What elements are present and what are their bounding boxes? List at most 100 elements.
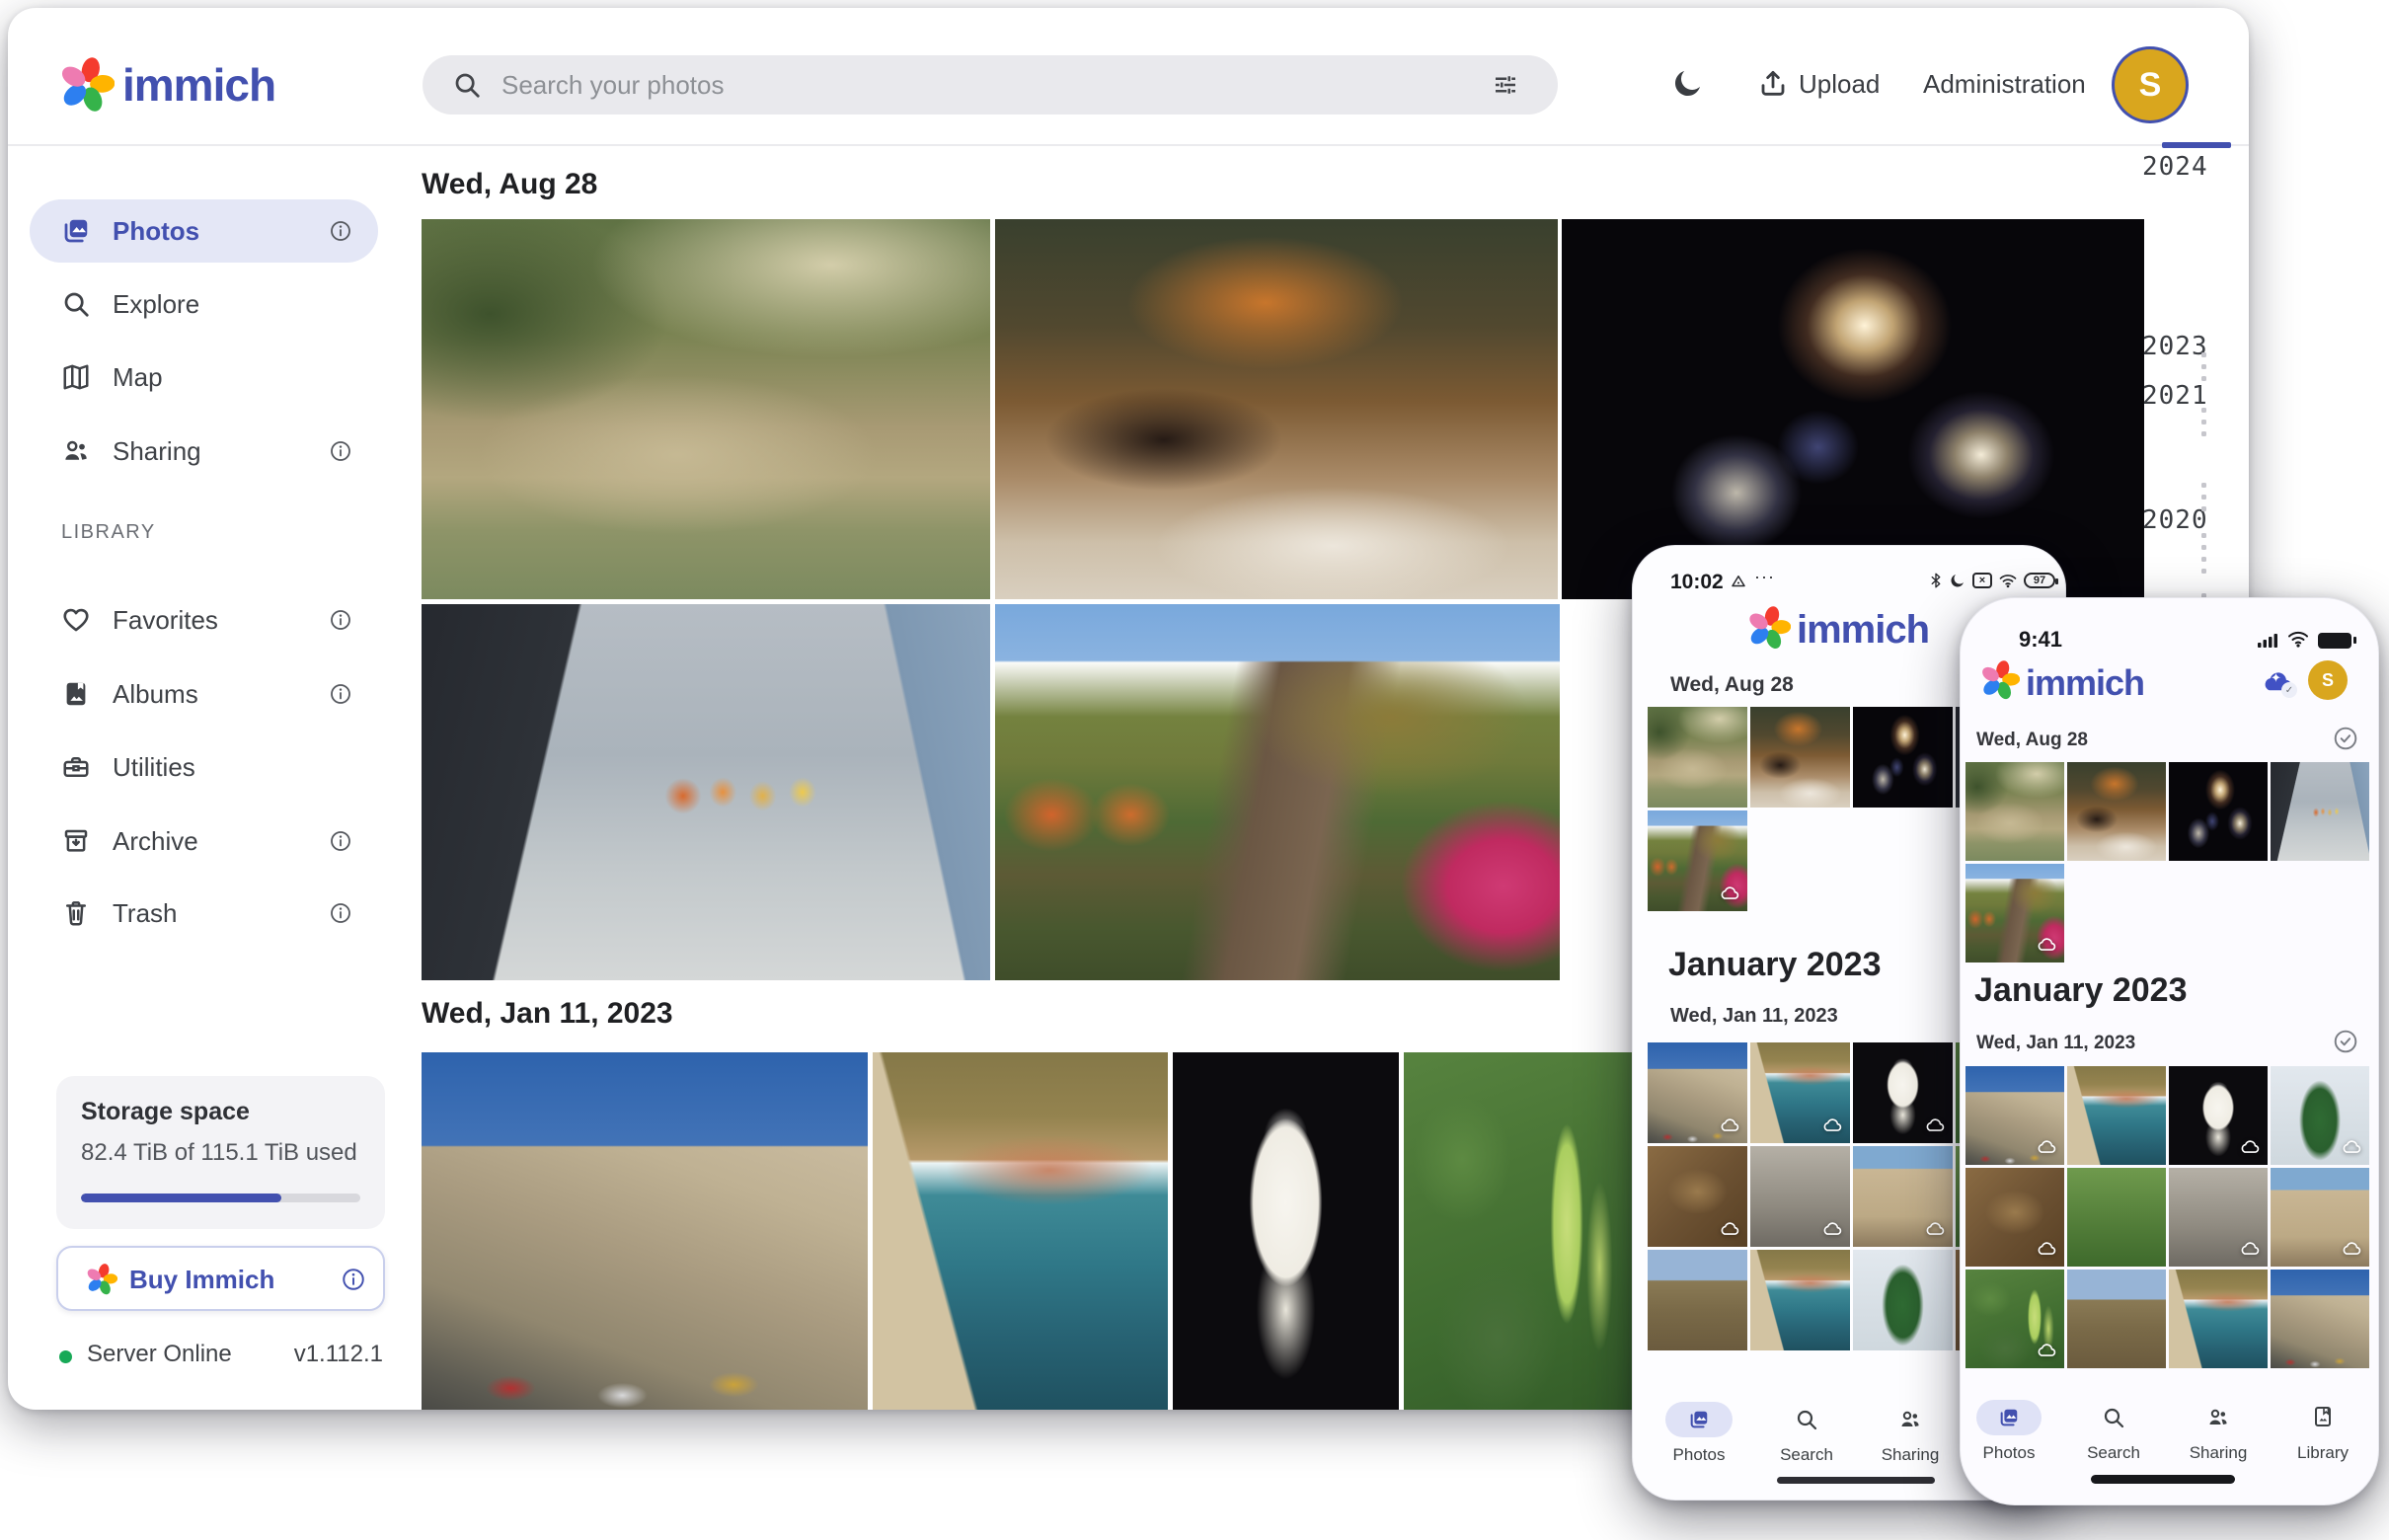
info-icon[interactable] (341, 1267, 366, 1292)
user-avatar[interactable]: S (2308, 660, 2348, 700)
nav-photos-label[interactable]: Photos (1659, 1445, 1738, 1465)
info-icon[interactable] (329, 439, 352, 463)
thumb-green-berries[interactable] (1965, 1270, 2064, 1368)
nav-sharing-icon[interactable] (2205, 1406, 2231, 1429)
thumb-fortress[interactable] (2271, 1270, 2369, 1368)
storage-progress-track (81, 1194, 360, 1202)
date-group-header: Wed, Jan 11, 2023 (1976, 1033, 2135, 1054)
nav-search-icon[interactable] (1795, 1408, 1818, 1431)
thumb-fireworks[interactable] (2169, 762, 2268, 861)
thumb-marble-bust[interactable] (2169, 1066, 2268, 1165)
thumb-rocks[interactable] (2169, 1168, 2268, 1267)
sidebar-item-trash[interactable]: Trash (30, 882, 378, 945)
thumb-old-town[interactable] (1853, 1146, 1953, 1247)
thumb-lizard[interactable] (1965, 1168, 2064, 1267)
thumb-hut[interactable] (1648, 1250, 1747, 1350)
nav-sharing-label[interactable]: Sharing (1871, 1445, 1950, 1465)
thumb-garden-path[interactable] (1648, 810, 1747, 911)
thumb-fortress[interactable] (1965, 1066, 2064, 1165)
photo-coastal-town[interactable] (873, 1052, 1168, 1410)
nav-sharing-icon[interactable] (1897, 1408, 1923, 1431)
map-icon (61, 362, 91, 392)
nav-library-icon[interactable] (2311, 1405, 2335, 1428)
thumb-coastal-town[interactable] (2169, 1270, 2268, 1368)
select-check-icon[interactable] (2333, 1029, 2358, 1054)
thumb-marble-bust[interactable] (1853, 1042, 1953, 1143)
info-icon[interactable] (329, 219, 352, 243)
thumb-holding-hands[interactable] (2271, 762, 2369, 861)
thumb-dinner-table[interactable] (1750, 707, 1850, 808)
app-title: immich (1797, 608, 1929, 653)
sidebar-item-explore[interactable]: Explore (30, 272, 378, 336)
nav-photos-label[interactable]: Photos (1969, 1443, 2048, 1463)
thumb-tree[interactable] (1853, 1250, 1953, 1350)
search-filter-icon[interactable] (1491, 70, 1520, 100)
nav-photos-tab[interactable] (1976, 1400, 2042, 1435)
sidebar-item-photos[interactable]: Photos (30, 199, 378, 263)
sidebar-item-sharing[interactable]: Sharing (30, 420, 378, 483)
thumb-fireworks[interactable] (1853, 707, 1953, 808)
thumb-zoo-monkeys[interactable] (1965, 762, 2064, 861)
thumb-dinner-table[interactable] (2067, 762, 2166, 861)
nav-sharing-label[interactable]: Sharing (2179, 1443, 2258, 1463)
cloud-sync-icon (1719, 883, 1740, 904)
buy-immich-button[interactable]: Buy Immich (56, 1246, 385, 1311)
info-icon[interactable] (329, 682, 352, 706)
server-online-dot (59, 1350, 72, 1363)
photo-fireworks[interactable] (1562, 219, 2144, 599)
sidebar-item-utilities[interactable]: Utilities (30, 735, 378, 799)
info-icon[interactable] (329, 901, 352, 925)
thumb-coastal-town[interactable] (1750, 1250, 1850, 1350)
thumb-old-town[interactable] (2271, 1168, 2369, 1267)
sidebar-item-archive[interactable]: Archive (30, 809, 378, 873)
month-header: January 2023 (1668, 946, 1882, 984)
user-avatar[interactable]: S (2115, 49, 2186, 120)
sidebar-item-favorites[interactable]: Favorites (30, 588, 378, 652)
thumb-lizard[interactable] (1648, 1146, 1747, 1247)
thumb-fortress[interactable] (1648, 1042, 1747, 1143)
cloud-sync-icon (2341, 1238, 2362, 1260)
photo-marble-bust[interactable] (1173, 1052, 1399, 1410)
info-icon[interactable] (329, 608, 352, 632)
cloud-sync-icon (1821, 1218, 1843, 1240)
thumb-rocks[interactable] (1750, 1146, 1850, 1247)
sidebar-item-albums[interactable]: Albums (30, 662, 378, 726)
nav-search-label[interactable]: Search (1767, 1445, 1846, 1465)
nav-search-label[interactable]: Search (2074, 1443, 2153, 1463)
status-overflow-dots: ··· (1754, 567, 1775, 587)
photo-garden-path[interactable] (995, 604, 1560, 980)
cloud-sync-icon (1924, 1218, 1946, 1240)
thumb-coastal-town[interactable] (1750, 1042, 1850, 1143)
upload-button[interactable]: Upload (1799, 69, 1880, 100)
photo-dinner-table[interactable] (995, 219, 1558, 599)
cloud-sync-icon (2341, 1136, 2362, 1158)
administration-link[interactable]: Administration (1923, 69, 2086, 100)
search-bar[interactable] (423, 55, 1558, 115)
nav-search-icon[interactable] (2102, 1406, 2125, 1429)
header-divider (8, 144, 2249, 146)
server-version: v1.112.1 (284, 1341, 383, 1368)
photos-icon (61, 216, 91, 246)
thumb-tree[interactable] (2271, 1066, 2369, 1165)
date-group-header: Wed, Aug 28 (1976, 730, 2088, 751)
sidebar-item-map[interactable]: Map (30, 346, 378, 409)
photo-green-berries[interactable] (1404, 1052, 1637, 1410)
nav-photos-tab[interactable] (1665, 1402, 1733, 1437)
upload-icon[interactable] (1757, 67, 1789, 99)
theme-toggle-moon-icon[interactable] (1670, 65, 1706, 101)
thumb-zoo-monkeys[interactable] (1648, 707, 1747, 808)
photo-holding-hands[interactable] (422, 604, 990, 980)
storage-title: Storage space (81, 1098, 250, 1126)
photo-fortress-walls[interactable] (422, 1052, 868, 1410)
thumb-hut[interactable] (2067, 1270, 2166, 1368)
search-input[interactable] (500, 65, 1447, 105)
info-icon[interactable] (329, 829, 352, 853)
thumb-garden[interactable] (2067, 1168, 2166, 1267)
scrubber-year-2021: 2021 (2142, 381, 2208, 411)
select-check-icon[interactable] (2333, 726, 2358, 751)
cloud-sync-button[interactable]: ✦ ✓ (2256, 664, 2299, 700)
thumb-garden-path[interactable] (1965, 864, 2064, 962)
photo-zoo-monkeys[interactable] (422, 219, 990, 599)
thumb-coastal-town[interactable] (2067, 1066, 2166, 1165)
nav-library-label[interactable]: Library (2283, 1443, 2362, 1463)
